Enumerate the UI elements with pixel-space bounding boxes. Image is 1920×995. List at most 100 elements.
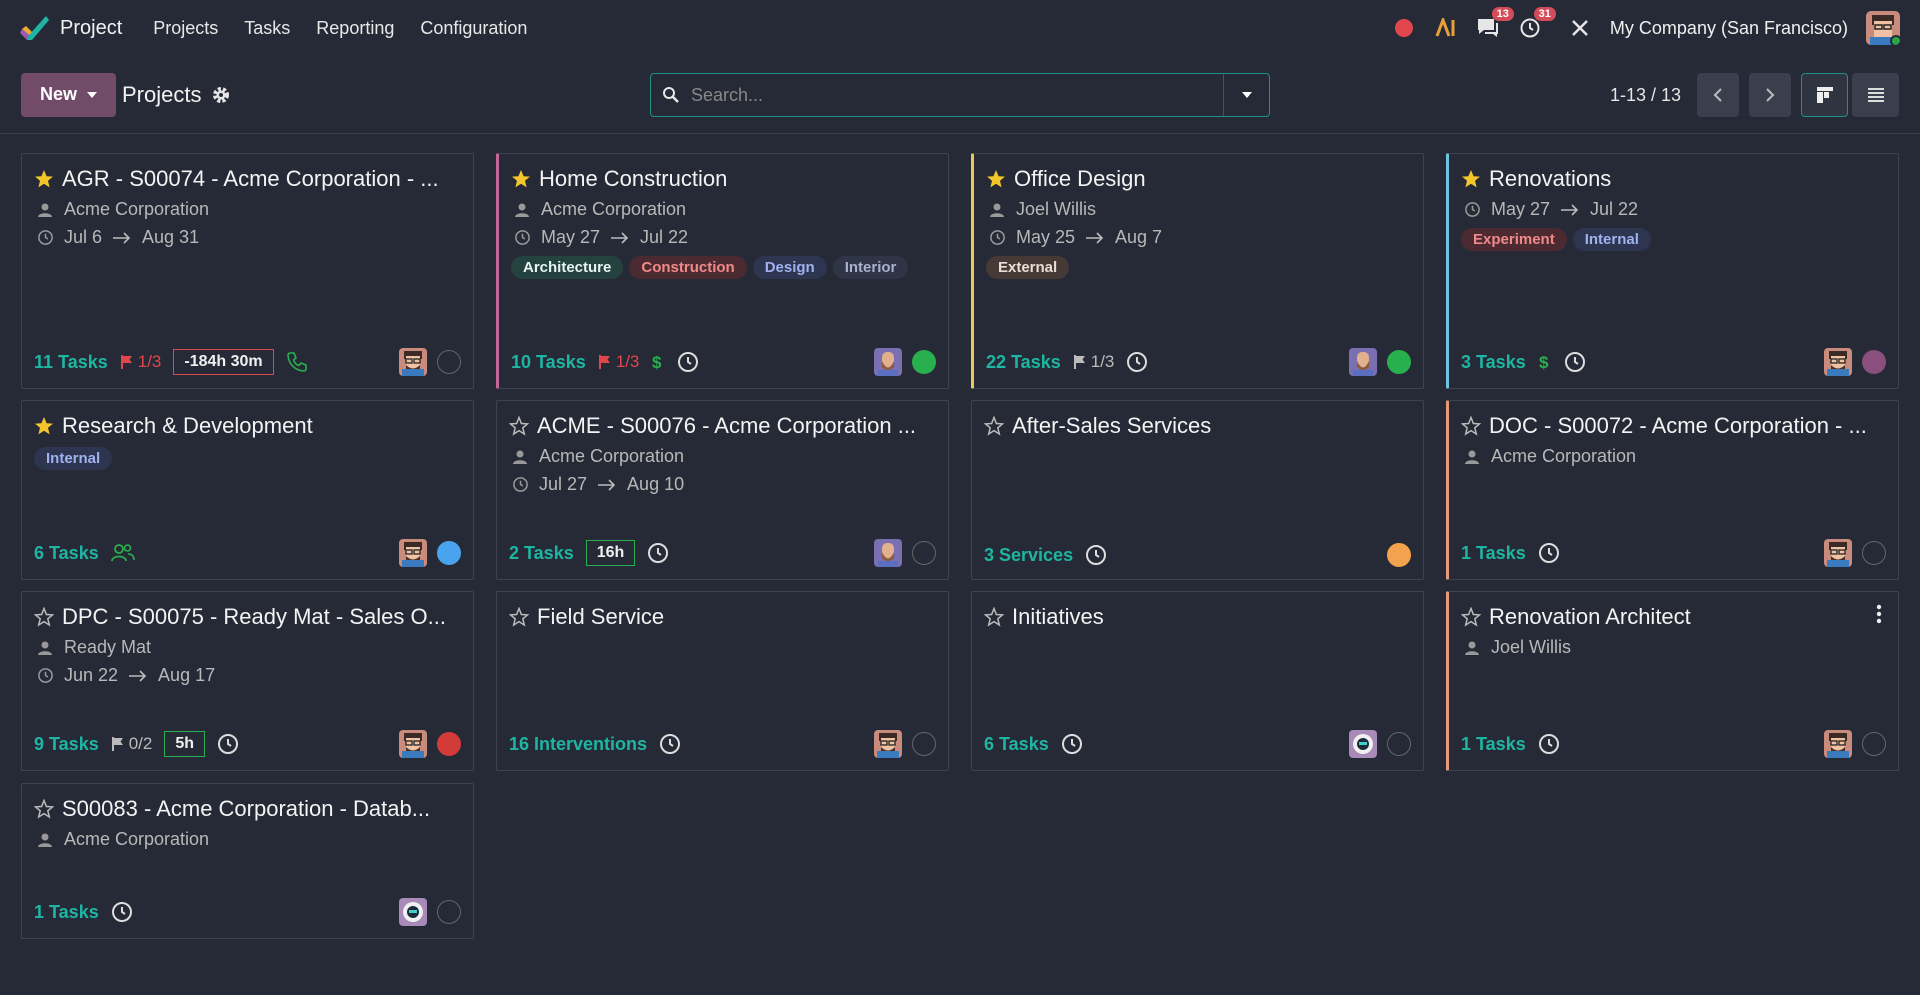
tasks-count-link[interactable]: 22 Tasks <box>986 352 1061 373</box>
star-empty-icon[interactable] <box>1461 607 1481 627</box>
tasks-count-link[interactable]: 6 Tasks <box>34 543 99 564</box>
ai-icon[interactable] <box>1434 16 1458 40</box>
tasks-count-link[interactable]: 1 Tasks <box>1461 543 1526 564</box>
project-card[interactable]: Research & Development Internal 6 Tasks <box>21 400 474 580</box>
new-button[interactable]: New <box>21 72 116 117</box>
project-card[interactable]: Office Design Joel Willis May 25 Aug 7 Exter… <box>971 153 1424 389</box>
activity-clock-icon[interactable] <box>1564 351 1586 373</box>
status-indicator[interactable] <box>912 541 936 565</box>
star-empty-icon[interactable] <box>1461 416 1481 436</box>
users-icon[interactable] <box>110 543 135 563</box>
pager-previous-button[interactable] <box>1697 73 1740 117</box>
activity-clock-icon[interactable] <box>659 733 681 755</box>
search-input[interactable] <box>691 74 1223 116</box>
status-indicator[interactable] <box>1862 350 1886 374</box>
dollar-icon[interactable]: $ <box>651 352 665 372</box>
tasks-count-link[interactable]: 3 Services <box>984 545 1073 566</box>
activity-clock-icon[interactable] <box>217 733 239 755</box>
star-empty-icon[interactable] <box>509 607 529 627</box>
project-card[interactable]: ACME - S00076 - Acme Corporation ... Acme… <box>496 400 949 580</box>
tasks-count-link[interactable]: 3 Tasks <box>1461 352 1526 373</box>
company-switcher[interactable]: My Company (San Francisco) <box>1610 18 1848 39</box>
activity-clock-icon[interactable] <box>677 351 699 373</box>
activity-clock-icon[interactable] <box>1126 351 1148 373</box>
project-manager-avatar[interactable] <box>1349 730 1377 758</box>
status-indicator[interactable] <box>437 541 461 565</box>
star-empty-icon[interactable] <box>34 799 54 819</box>
activities-icon[interactable]: 31 <box>1518 7 1556 40</box>
project-manager-avatar[interactable] <box>874 730 902 758</box>
star-filled-icon[interactable] <box>986 169 1006 189</box>
star-empty-icon[interactable] <box>509 416 529 436</box>
project-manager-avatar[interactable] <box>1824 539 1852 567</box>
star-empty-icon[interactable] <box>984 416 1004 436</box>
messages-icon[interactable]: 13 <box>1476 7 1514 40</box>
status-indicator[interactable] <box>1862 732 1886 756</box>
tasks-count-link[interactable]: 10 Tasks <box>511 352 586 373</box>
status-indicator[interactable] <box>437 900 461 924</box>
menu-item-reporting[interactable]: Reporting <box>303 18 407 39</box>
search-options-toggle[interactable] <box>1223 74 1269 116</box>
tools-icon[interactable] <box>1568 16 1592 40</box>
tasks-count-link[interactable]: 6 Tasks <box>984 734 1049 755</box>
record-icon[interactable] <box>1392 16 1416 40</box>
status-indicator[interactable] <box>912 732 936 756</box>
list-view-button[interactable] <box>1852 73 1899 117</box>
app-logo[interactable]: Project <box>20 13 122 43</box>
project-card[interactable]: AGR - S00074 - Acme Corporation - ... Acm… <box>21 153 474 389</box>
project-manager-avatar[interactable] <box>399 539 427 567</box>
activity-clock-icon[interactable] <box>1061 733 1083 755</box>
pager-value[interactable]: 1-13 / 13 <box>1610 85 1681 106</box>
kanban-view-button[interactable] <box>1801 73 1848 117</box>
star-empty-icon[interactable] <box>984 607 1004 627</box>
project-card[interactable]: Field Service 16 Interventions <box>496 591 949 771</box>
menu-item-tasks[interactable]: Tasks <box>231 18 303 39</box>
user-avatar[interactable] <box>1866 11 1900 45</box>
project-manager-avatar[interactable] <box>874 539 902 567</box>
status-indicator[interactable] <box>1387 543 1411 567</box>
dollar-icon[interactable]: $ <box>1538 352 1552 372</box>
status-indicator[interactable] <box>437 732 461 756</box>
project-manager-avatar[interactable] <box>874 348 902 376</box>
star-filled-icon[interactable] <box>1461 169 1481 189</box>
project-card[interactable]: S00083 - Acme Corporation - Datab... Acme… <box>21 783 474 939</box>
gear-icon[interactable] <box>211 85 231 105</box>
activity-clock-icon[interactable] <box>1538 542 1560 564</box>
project-card[interactable]: DPC - S00075 - Ready Mat - Sales O... Rea… <box>21 591 474 771</box>
tasks-count-link[interactable]: 1 Tasks <box>1461 734 1526 755</box>
tasks-count-link[interactable]: 16 Interventions <box>509 734 647 755</box>
project-manager-avatar[interactable] <box>1824 730 1852 758</box>
more-options-icon[interactable] <box>1876 604 1882 624</box>
tasks-count-link[interactable]: 9 Tasks <box>34 734 99 755</box>
status-indicator[interactable] <box>437 350 461 374</box>
star-filled-icon[interactable] <box>34 416 54 436</box>
tasks-count-link[interactable]: 11 Tasks <box>34 352 108 373</box>
activity-clock-icon[interactable] <box>1085 544 1107 566</box>
star-filled-icon[interactable] <box>511 169 531 189</box>
phone-icon[interactable] <box>286 351 308 373</box>
project-card[interactable]: Renovation Architect Joel Willis 1 Tasks <box>1446 591 1899 771</box>
tasks-count-link[interactable]: 1 Tasks <box>34 902 99 923</box>
project-manager-avatar[interactable] <box>399 348 427 376</box>
project-manager-avatar[interactable] <box>1824 348 1852 376</box>
project-manager-avatar[interactable] <box>399 730 427 758</box>
project-card[interactable]: Renovations May 27 Jul 22 Experiment Interna… <box>1446 153 1899 389</box>
project-manager-avatar[interactable] <box>1349 348 1377 376</box>
project-manager-avatar[interactable] <box>399 898 427 926</box>
project-card[interactable]: After-Sales Services 3 Services <box>971 400 1424 580</box>
activity-clock-icon[interactable] <box>647 542 669 564</box>
project-card[interactable]: Initiatives 6 Tasks <box>971 591 1424 771</box>
status-indicator[interactable] <box>1387 732 1411 756</box>
menu-item-configuration[interactable]: Configuration <box>407 18 540 39</box>
project-card[interactable]: DOC - S00072 - Acme Corporation - ... Acm… <box>1446 400 1899 580</box>
star-empty-icon[interactable] <box>34 607 54 627</box>
status-indicator[interactable] <box>1387 350 1411 374</box>
status-indicator[interactable] <box>912 350 936 374</box>
star-filled-icon[interactable] <box>34 169 54 189</box>
project-card[interactable]: Home Construction Acme Corporation May 27 J… <box>496 153 949 389</box>
menu-item-projects[interactable]: Projects <box>140 18 231 39</box>
activity-clock-icon[interactable] <box>1538 733 1560 755</box>
tasks-count-link[interactable]: 2 Tasks <box>509 543 574 564</box>
status-indicator[interactable] <box>1862 541 1886 565</box>
activity-clock-icon[interactable] <box>111 901 133 923</box>
